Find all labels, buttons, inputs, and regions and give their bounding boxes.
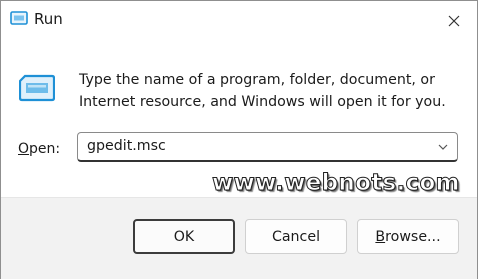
open-input[interactable]: gpedit.msc: [87, 138, 166, 154]
dialog-description: Type the name of a program, folder, docu…: [79, 72, 446, 110]
title-bar: Run: [1, 1, 477, 39]
open-label-rest: pen:: [29, 141, 61, 157]
close-button[interactable]: [441, 9, 467, 33]
ok-label: OK: [173, 228, 195, 245]
ok-button[interactable]: OK: [133, 219, 235, 254]
browse-accesskey: B: [375, 228, 386, 245]
open-label: Open:: [18, 141, 60, 157]
dialog-body: Type the name of a program, folder, docu…: [1, 40, 477, 197]
chevron-down-icon[interactable]: [437, 142, 449, 152]
open-combobox[interactable]: gpedit.msc: [77, 132, 458, 162]
cancel-button[interactable]: Cancel: [245, 219, 347, 254]
browse-label-rest: rowse...: [385, 228, 441, 245]
browse-button[interactable]: Browse...: [357, 219, 459, 254]
cancel-label: Cancel: [271, 228, 321, 245]
button-bar: OK Cancel Browse...: [1, 197, 477, 279]
window-title: Run: [34, 10, 63, 28]
run-icon: [19, 74, 55, 102]
open-label-accesskey: O: [18, 141, 30, 157]
watermark: www.webnots.com: [212, 170, 461, 197]
run-icon: [10, 11, 28, 25]
close-icon: [448, 15, 460, 27]
